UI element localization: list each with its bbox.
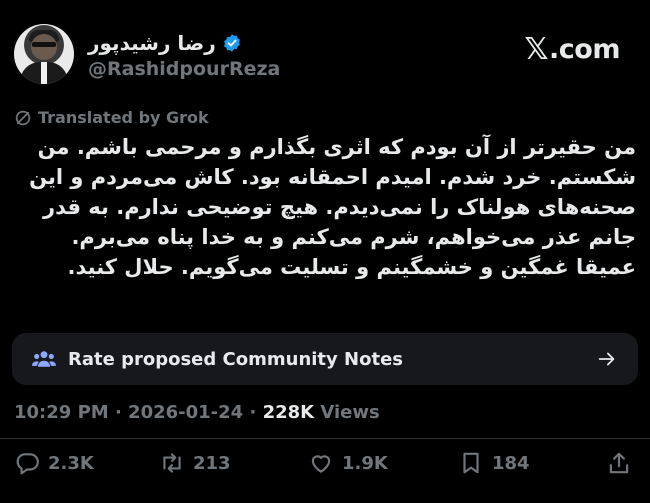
share-button[interactable]	[606, 450, 632, 476]
people-icon	[32, 351, 56, 367]
heart-icon	[311, 455, 331, 473]
action-bar: 2.3K 213 1.9K 184	[14, 447, 636, 479]
translated-by-grok[interactable]: Translated by Grok	[14, 108, 209, 127]
repost-count: 213	[193, 452, 231, 474]
display-name[interactable]: رضا رشیدپور	[88, 31, 216, 55]
like-count: 1.9K	[342, 452, 388, 474]
views-label: Views	[314, 402, 380, 423]
post-time[interactable]: 10:29 PM	[14, 402, 109, 423]
post-line: صحنه‌های هولناک را نمی‌دیدم. هیچ توضیحی …	[43, 195, 636, 219]
grok-icon	[15, 110, 31, 125]
reply-icon	[16, 453, 39, 475]
share-icon	[609, 452, 629, 474]
repost-button[interactable]: 213	[159, 450, 231, 476]
arrow-right-icon	[598, 352, 615, 366]
post-line: عمیقا غمگین و خشمگینم و تسلیت می‌گویم. ح…	[67, 255, 636, 279]
bookmark-button[interactable]: 184	[458, 450, 530, 476]
handle[interactable]: @RashidpourReza	[88, 58, 280, 80]
post-line: شکستم. خرد شدم. امیدم احمقانه بود. کاش م…	[29, 165, 636, 189]
author-names: رضا رشیدپور @RashidpourReza	[88, 30, 280, 80]
community-notes-button[interactable]: Rate proposed Community Notes	[12, 333, 638, 385]
repost-icon	[163, 453, 181, 473]
community-notes-label: Rate proposed Community Notes	[68, 348, 403, 370]
verified-badge-icon	[223, 34, 240, 52]
views-count: 228K	[262, 402, 315, 423]
x-com-brand: 𝕏 .com	[524, 32, 620, 67]
post-line: من حقیرتر از آن بودم که اثری بگذارم و مر…	[37, 135, 636, 159]
bookmark-icon	[463, 452, 479, 474]
meta-separator: ·	[108, 402, 129, 423]
translated-label: Translated by Grok	[38, 108, 209, 127]
meta-separator: ·	[243, 402, 263, 423]
reply-count: 2.3K	[48, 452, 94, 474]
post-meta: 10:29 PM · 2026-01-24 · 228K Views	[14, 402, 380, 423]
bookmark-count: 184	[492, 452, 530, 474]
avatar[interactable]	[14, 24, 74, 84]
reply-button[interactable]: 2.3K	[14, 450, 94, 476]
like-button[interactable]: 1.9K	[308, 450, 388, 476]
post-text: من حقیرتر از آن بودم که اثری بگذارم و مر…	[22, 132, 636, 282]
post-date[interactable]: 2026-01-24	[128, 402, 243, 423]
divider	[0, 438, 650, 439]
post-header: رضا رشیدپور @RashidpourReza 𝕏 .com	[14, 24, 626, 84]
x-logo-icon: 𝕏	[524, 32, 549, 67]
brand-suffix: .com	[549, 34, 620, 65]
post-line: جانم عذر می‌خواهم، شرم می‌کنم و به خدا پ…	[71, 225, 636, 249]
